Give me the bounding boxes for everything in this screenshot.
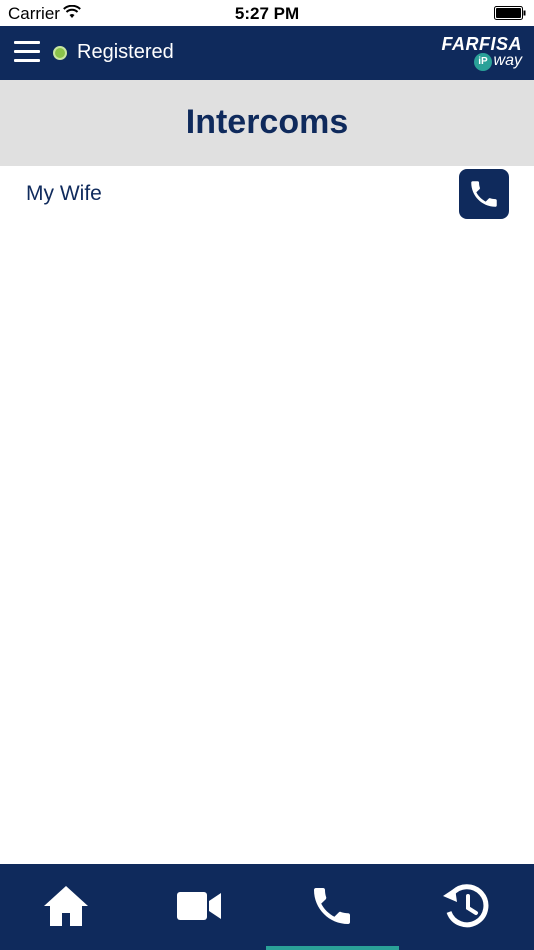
- clock-label: 5:27 PM: [234, 4, 300, 23]
- intercom-list-item[interactable]: My Wife: [0, 166, 534, 224]
- page-title: Intercoms: [185, 103, 349, 141]
- title-band: Intercoms: [0, 80, 534, 166]
- tab-intercoms[interactable]: [266, 864, 399, 950]
- phone-icon: [314, 888, 350, 924]
- logo-way-text: way: [493, 52, 522, 69]
- app-header: Registered FARFISA iP way: [0, 26, 534, 80]
- video-camera-icon: [177, 892, 221, 920]
- phone-icon: [471, 181, 497, 207]
- home-icon: [44, 886, 88, 926]
- intercom-name: My Wife: [26, 182, 102, 205]
- history-icon: [443, 884, 489, 928]
- farfisa-ipway-logo: FARFISA iP way: [422, 34, 522, 74]
- hamburger-menu-icon[interactable]: [14, 41, 40, 65]
- battery-icon: [494, 6, 526, 20]
- tab-video[interactable]: [133, 864, 266, 950]
- intercom-list: My Wife: [0, 166, 534, 224]
- registration-status-label: Registered: [77, 41, 174, 63]
- registration-status-dot: [53, 46, 67, 60]
- tab-history[interactable]: [400, 864, 533, 950]
- bottom-tab-bar: [0, 864, 534, 950]
- logo-ip-badge: iP: [474, 53, 492, 71]
- tab-home[interactable]: [0, 864, 133, 950]
- status-bar: Carrier 5:27 PM: [0, 0, 534, 26]
- call-intercom-button[interactable]: [459, 169, 509, 219]
